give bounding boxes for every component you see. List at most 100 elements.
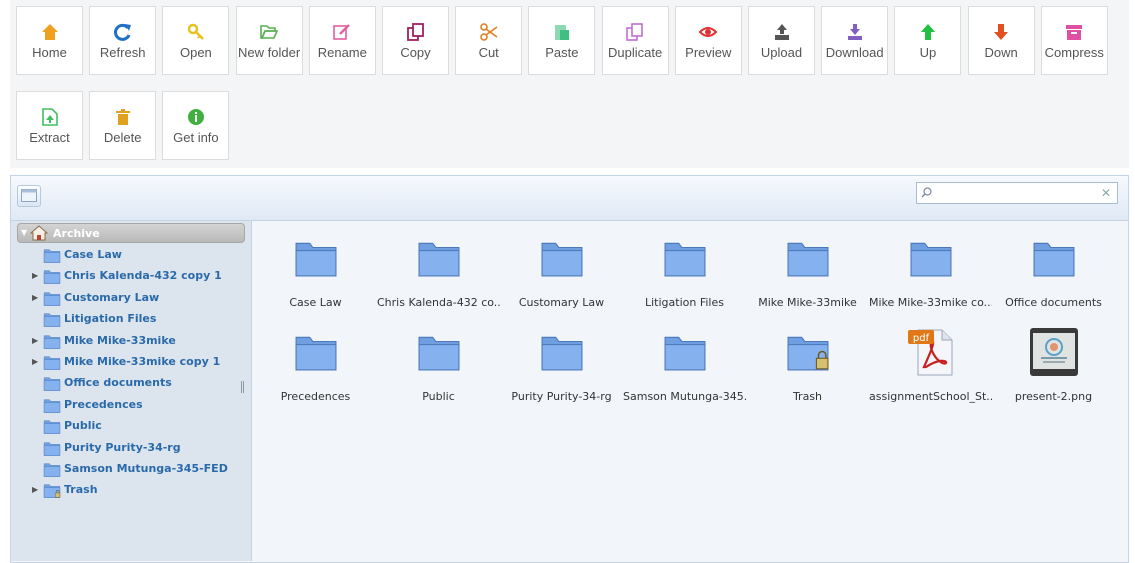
delete-button[interactable]: Delete [89,91,157,160]
tree-item[interactable]: Litigation Files [11,309,249,329]
button-label: Download [825,45,884,60]
file-item[interactable]: Precedences [254,327,377,417]
expand-arrow-icon[interactable]: ▶ [32,357,38,366]
folder-icon [787,242,828,277]
panel-header: ✕ [11,176,1128,221]
file-item[interactable]: Mike Mike-33mike [746,233,869,323]
folder-icon [664,242,705,277]
button-label: Home [32,45,67,60]
file-name: Trash [792,390,823,403]
folder-icon [43,270,61,285]
tree-item[interactable]: ▶ Mike Mike-33mike copy 1 [11,352,249,372]
file-item[interactable]: Case Law [254,233,377,323]
view-toggle-button[interactable] [17,185,41,207]
file-item[interactable]: Public [377,327,500,417]
file-name: present-2.png [1014,390,1093,403]
tree-item-label: Litigation Files [64,312,157,326]
copy-button[interactable]: Copy [382,6,449,75]
expand-arrow-icon[interactable]: ▶ [32,336,38,345]
open-button[interactable]: Open [162,6,230,75]
tree-item[interactable]: Precedences [11,395,249,415]
expand-arrow-icon[interactable]: ▶ [32,485,38,494]
arrow-down-icon [994,24,1009,40]
tree-item[interactable]: ▶ Trash [11,480,249,500]
home-button[interactable]: Home [16,6,83,75]
file-grid: Case Law Chris Kalenda-432 co... Customa… [252,221,1128,561]
download-button[interactable]: Download [821,6,889,75]
tree-item[interactable]: ▶ Customary Law [11,288,249,308]
file-item[interactable]: Trash [746,327,869,417]
tree-root-label: Archive [53,227,100,240]
extract-icon [41,108,58,126]
expand-arrow-icon[interactable]: ▶ [32,271,38,280]
tree-item[interactable]: Case Law [11,245,249,265]
file-name: Case Law [289,296,342,309]
folder-icon [43,356,61,370]
file-item[interactable]: Litigation Files [623,233,746,323]
refresh-button[interactable]: Refresh [89,6,157,75]
button-label: Upload [760,45,803,60]
clear-search-icon[interactable]: ✕ [1101,186,1111,200]
preview-button[interactable]: Preview [674,6,742,75]
file-name: Customary Law [518,296,605,309]
tree-item-label: Purity Purity-34-rg [64,440,181,454]
tree-item-label: Trash [64,483,98,497]
tree-item-label: Mike Mike-33mike copy 1 [64,355,221,368]
tree-item[interactable]: ▶ Mike Mike-33mike [11,331,249,351]
file-item[interactable]: pdf assignmentSchool_St... [869,327,992,417]
file-item[interactable]: Purity Purity-34-rg [500,327,623,417]
home-icon [41,24,58,40]
file-item[interactable]: Mike Mike-33mike co... [869,233,992,323]
folder-icon [43,249,61,263]
tree-item[interactable]: Purity Purity-34-rg [11,438,249,458]
search-input[interactable] [933,184,1093,202]
paste-icon [554,25,569,40]
folder-tree: ▼ Archive Case Law ▶ Chris Kalenda-432 co… [11,221,252,561]
file-item[interactable]: Samson Mutunga-345... [623,327,746,417]
file-item[interactable]: present-2.png [992,327,1115,417]
extract-button[interactable]: Extract [16,91,83,160]
file-name: Office documents [1005,296,1102,309]
file-name: Purity Purity-34-rg [511,390,612,403]
file-name: Mike Mike-33mike [758,296,857,309]
search-box[interactable]: ✕ [916,182,1118,204]
tree-root-archive[interactable]: ▼ Archive [17,223,245,243]
copy-icon [406,23,424,41]
file-item[interactable]: Office documents [992,233,1115,323]
button-label: Rename [317,45,367,60]
button-label: Duplicate [607,45,663,60]
pdf-badge: pdf [912,333,929,344]
duplicate-button[interactable]: Duplicate [601,6,669,75]
file-item[interactable]: Customary Law [500,233,623,323]
pdf-file-icon: pdf [907,329,952,376]
file-item[interactable]: Chris Kalenda-432 co... [377,233,500,323]
window-icon [21,189,37,202]
tree-item[interactable]: Public [11,416,249,436]
status-bar [11,558,1128,562]
tree-item[interactable]: ▶ Chris Kalenda-432 copy 1 [11,266,249,286]
up-button[interactable]: Up [894,6,962,75]
folder-open-icon [260,25,279,39]
paste-button[interactable]: Paste [528,6,596,75]
down-button[interactable]: Down [967,6,1035,75]
button-label: Delete [103,130,142,145]
compress-button[interactable]: Compress [1040,6,1108,75]
arrow-up-icon [920,24,935,40]
tree-item-label: Customary Law [64,290,160,304]
new-folder-button[interactable]: New folder [235,6,303,75]
upload-icon [774,24,789,40]
tree-item[interactable]: Samson Mutunga-345-FED [11,459,249,479]
file-name: Litigation Files [645,296,724,309]
cut-button[interactable]: Cut [455,6,523,75]
home-icon [30,225,48,241]
upload-button[interactable]: Upload [748,6,815,75]
collapse-arrow-icon[interactable]: ▼ [21,228,27,237]
tree-item[interactable]: Office documents [11,373,249,393]
get-info-button[interactable]: Get info [162,91,230,160]
tree-item-label: Mike Mike-33mike [64,333,176,347]
button-label: Refresh [99,45,146,60]
splitter-handle[interactable] [241,381,244,393]
expand-arrow-icon[interactable]: ▶ [32,293,38,302]
folder-icon [664,336,705,371]
rename-button[interactable]: Rename [308,6,376,75]
